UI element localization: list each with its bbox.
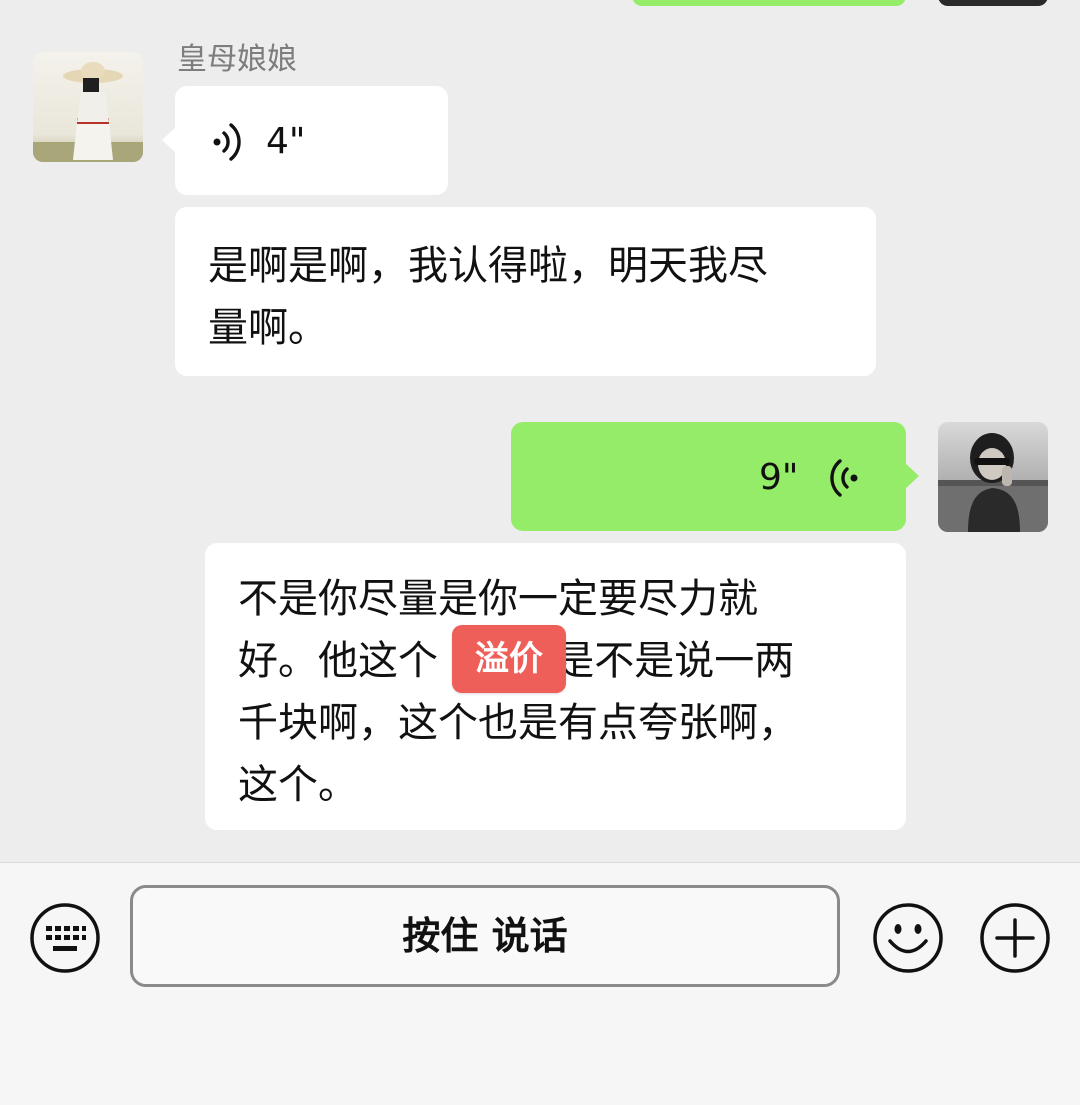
voice-message-bubble[interactable]: 4" bbox=[175, 86, 448, 195]
message-line: 这个。 bbox=[238, 762, 358, 808]
keyboard-icon[interactable] bbox=[29, 902, 101, 974]
sender-name: 皇母娘娘 bbox=[177, 42, 297, 77]
plus-icon[interactable] bbox=[979, 902, 1051, 974]
message-line: 不是你尽量是你一定要尽力就 bbox=[238, 576, 758, 622]
voice-duration: 4" bbox=[266, 121, 306, 162]
voice-wave-icon bbox=[208, 120, 248, 168]
bubble-tail bbox=[905, 463, 919, 489]
hold-to-talk-button[interactable]: 按住 说话 bbox=[130, 885, 840, 987]
bubble-tail bbox=[162, 127, 176, 153]
self-voice-message-bubble[interactable]: 9" bbox=[511, 422, 906, 531]
self-avatar-previous[interactable] bbox=[938, 0, 1048, 6]
premium-badge: 溢价 bbox=[452, 625, 566, 693]
text-message-bubble[interactable]: 是啊是啊，我认得啦，明天我尽 量啊。 bbox=[175, 207, 876, 376]
voice-wave-icon bbox=[823, 456, 863, 504]
sender-avatar[interactable] bbox=[33, 52, 143, 162]
self-avatar[interactable] bbox=[938, 422, 1048, 532]
emoji-icon[interactable] bbox=[872, 902, 944, 974]
message-line: 是啊是啊，我认得啦，明天我尽 bbox=[208, 243, 768, 289]
voice-duration: 9" bbox=[759, 457, 799, 498]
message-line: 量啊。 bbox=[208, 305, 328, 351]
previous-message-bubble[interactable] bbox=[632, 0, 906, 6]
message-line: 千块啊，这个也是有点夸张啊， bbox=[238, 700, 798, 746]
